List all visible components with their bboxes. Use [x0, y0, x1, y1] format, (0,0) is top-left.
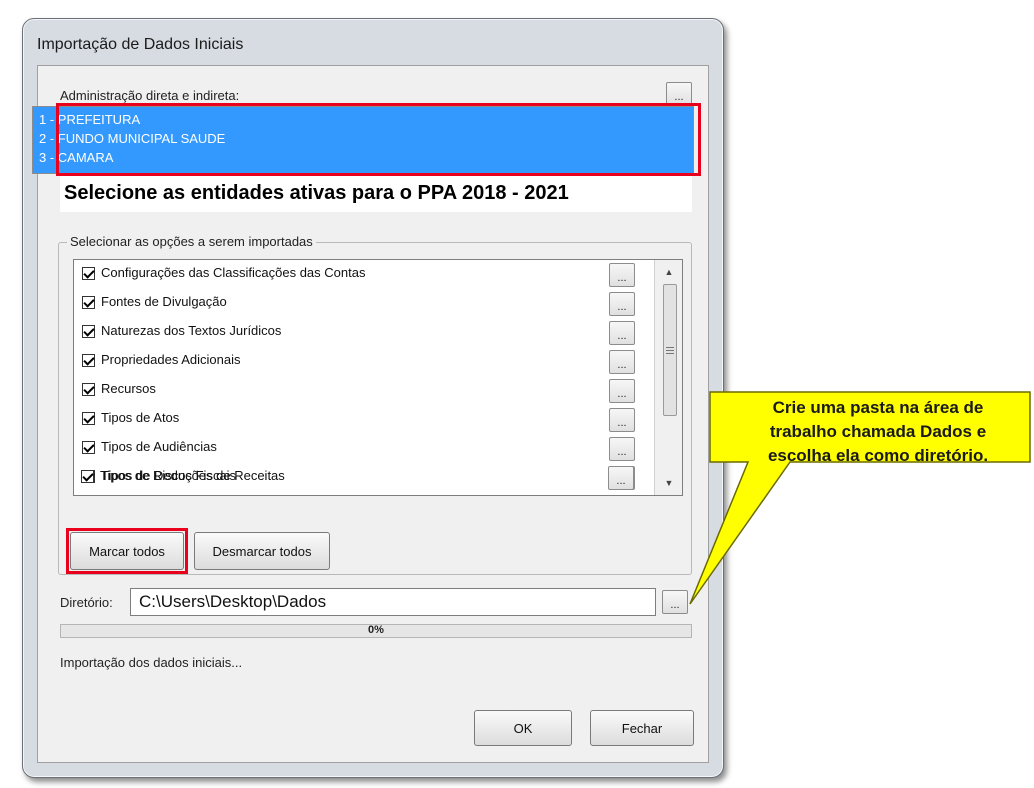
window-title: Importação de Dados Iniciais [37, 36, 244, 53]
list-item[interactable]: Propriedades Adicionais ... [74, 347, 654, 376]
title-bar[interactable]: Importação de Dados Iniciais [23, 19, 723, 65]
directory-browse-button[interactable]: ... [662, 590, 688, 614]
option-details-button[interactable]: ... [609, 350, 635, 374]
scroll-down-icon[interactable]: ▼ [655, 473, 683, 493]
option-label: Recursos [101, 381, 156, 396]
list-item[interactable]: Tipos de Audiências ... [74, 434, 654, 463]
list-item[interactable]: Configurações das Classificações das Con… [74, 260, 654, 289]
option-checkbox[interactable] [82, 441, 95, 454]
callout-line: Crie uma pasta na área de [772, 398, 984, 417]
close-button[interactable]: Fechar [590, 710, 694, 746]
option-label: Tipos de Audiências [101, 439, 217, 454]
option-label: Configurações das Classificações das Con… [101, 265, 366, 280]
option-checkbox[interactable] [82, 383, 95, 396]
option-details-button[interactable]: ... [608, 466, 634, 490]
option-label: Propriedades Adicionais [101, 352, 241, 367]
options-list[interactable]: Configurações das Classificações das Con… [73, 259, 683, 496]
option-checkbox[interactable] [82, 296, 95, 309]
option-details-button[interactable]: ... [609, 437, 635, 461]
option-label: Tipos de Riscos Fiscais [100, 468, 237, 483]
callout-text: Crie uma pasta na área de trabalho chama… [728, 396, 1028, 468]
options-scrollbar[interactable]: ▲ ▼ [654, 260, 682, 495]
options-group-label: Selecionar as opções a serem importadas [67, 234, 316, 249]
list-item[interactable]: Tipos de Atos ... [74, 405, 654, 434]
callout-line: trabalho chamada Dados e [769, 422, 987, 441]
option-checkbox[interactable] [82, 267, 95, 280]
scroll-thumb[interactable] [663, 284, 677, 416]
scroll-up-icon[interactable]: ▲ [655, 262, 683, 282]
directory-label: Diretório: [60, 595, 113, 610]
grip-line [666, 347, 674, 348]
instruction-banner: Selecione as entidades ativas para o PPA… [60, 176, 692, 212]
grip-line [666, 350, 674, 351]
directory-input[interactable]: C:\Users\Desktop\Dados [130, 588, 656, 616]
list-item[interactable]: Recursos ... [74, 376, 654, 405]
entities-label: Administração direta e indireta: [60, 88, 240, 103]
unmark-all-button[interactable]: Desmarcar todos [194, 532, 330, 570]
import-progress-bar: 0% [60, 624, 692, 638]
ok-button[interactable]: OK [474, 710, 572, 746]
grip-line [666, 353, 674, 354]
option-label: Fontes de Divulgação [101, 294, 227, 309]
mark-all-highlight-box [66, 528, 188, 574]
option-details-button[interactable]: ... [609, 408, 635, 432]
option-checkbox[interactable] [82, 354, 95, 367]
option-details-button[interactable]: ... [609, 263, 635, 287]
callout-line: escolha ela como diretório. [767, 446, 989, 465]
status-text: Importação dos dados iniciais... [60, 655, 243, 670]
option-details-button[interactable]: ... [609, 321, 635, 345]
entities-highlight-box [56, 103, 701, 176]
option-checkbox[interactable] [82, 325, 95, 338]
option-details-button[interactable]: ... [609, 292, 635, 316]
list-item [74, 492, 654, 496]
list-item[interactable]: Fontes de Divulgação ... [74, 289, 654, 318]
option-details-button[interactable]: ... [609, 379, 635, 403]
options-group: Selecionar as opções a serem importadas … [58, 234, 692, 575]
option-label: Tipos de Atos [101, 410, 180, 425]
progress-text: 0% [368, 624, 384, 636]
list-item[interactable]: Naturezas dos Textos Jurídicos ... [74, 318, 654, 347]
option-checkbox[interactable] [81, 470, 94, 483]
option-label: Naturezas dos Textos Jurídicos [101, 323, 282, 338]
list-item[interactable]: Tipos de Riscos Fiscais ... [73, 463, 653, 492]
option-checkbox[interactable] [82, 412, 95, 425]
